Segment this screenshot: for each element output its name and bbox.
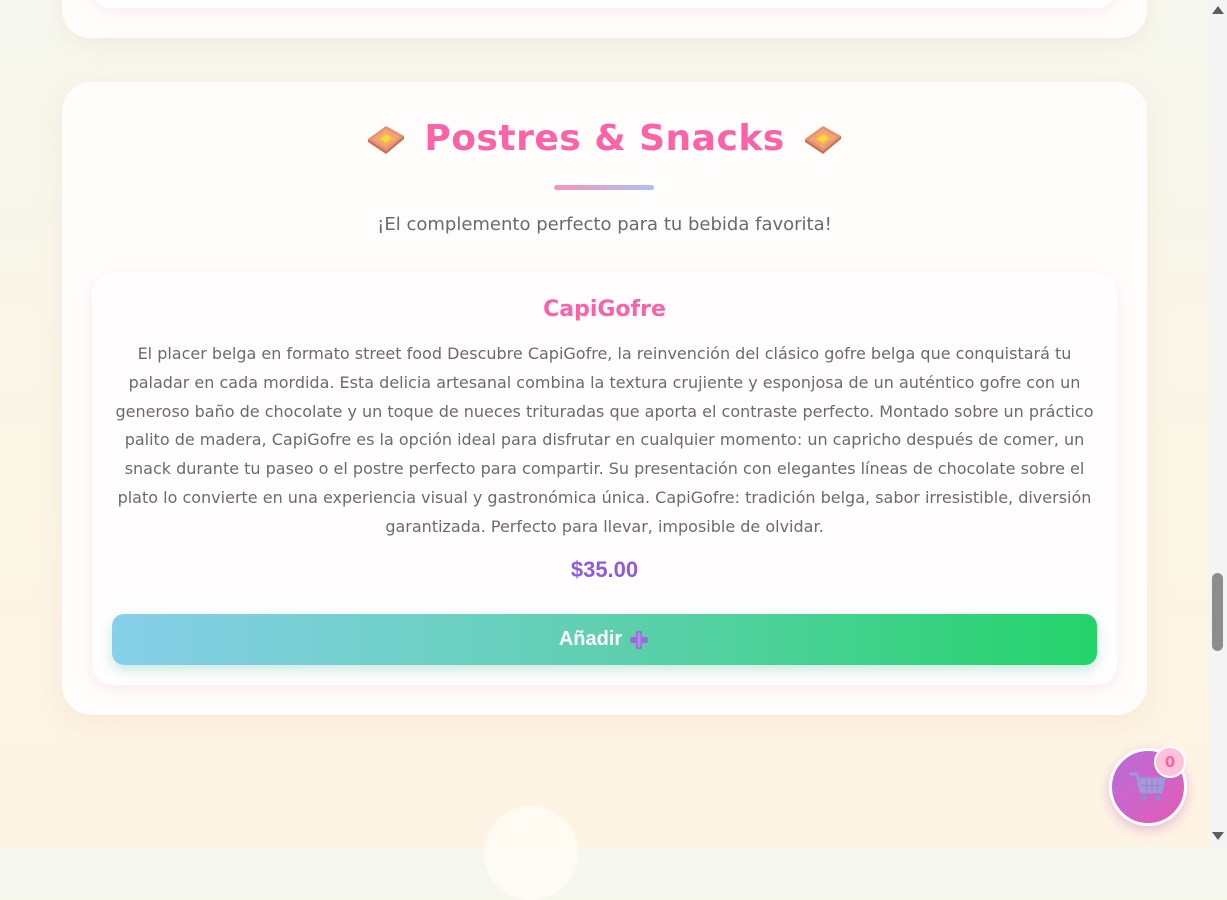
scroll-down-arrow-icon[interactable] [1212, 832, 1224, 840]
section-title-text: Postres & Snacks [424, 118, 785, 159]
product-card: CapiGofre El placer belga en formato str… [92, 273, 1117, 685]
desserts-section: Postres & Snacks ¡El complemento perfect… [62, 82, 1147, 715]
add-to-cart-button[interactable]: Añadir [112, 614, 1097, 665]
waffle-icon [368, 125, 405, 154]
waffle-icon [804, 125, 841, 154]
product-name: CapiGofre [543, 297, 666, 322]
product-description: El placer belga en formato street food D… [115, 344, 1094, 536]
decorative-bubble [484, 806, 578, 900]
title-underline [554, 185, 654, 190]
plus-icon [630, 630, 649, 649]
page-scrollbar[interactable] [1209, 0, 1227, 847]
add-button-label: Añadir [558, 628, 623, 650]
product-price: $35.00 [570, 557, 639, 582]
cart-count-badge: 0 [1154, 746, 1186, 778]
section-subtitle: ¡El complemento perfecto para tu bebida … [377, 214, 832, 235]
previous-section-card [62, 0, 1147, 38]
scroll-up-arrow-icon[interactable] [1212, 6, 1224, 14]
scrollbar-thumb[interactable] [1212, 573, 1223, 651]
section-title: Postres & Snacks [62, 118, 1147, 159]
previous-product-card [92, 0, 1116, 8]
